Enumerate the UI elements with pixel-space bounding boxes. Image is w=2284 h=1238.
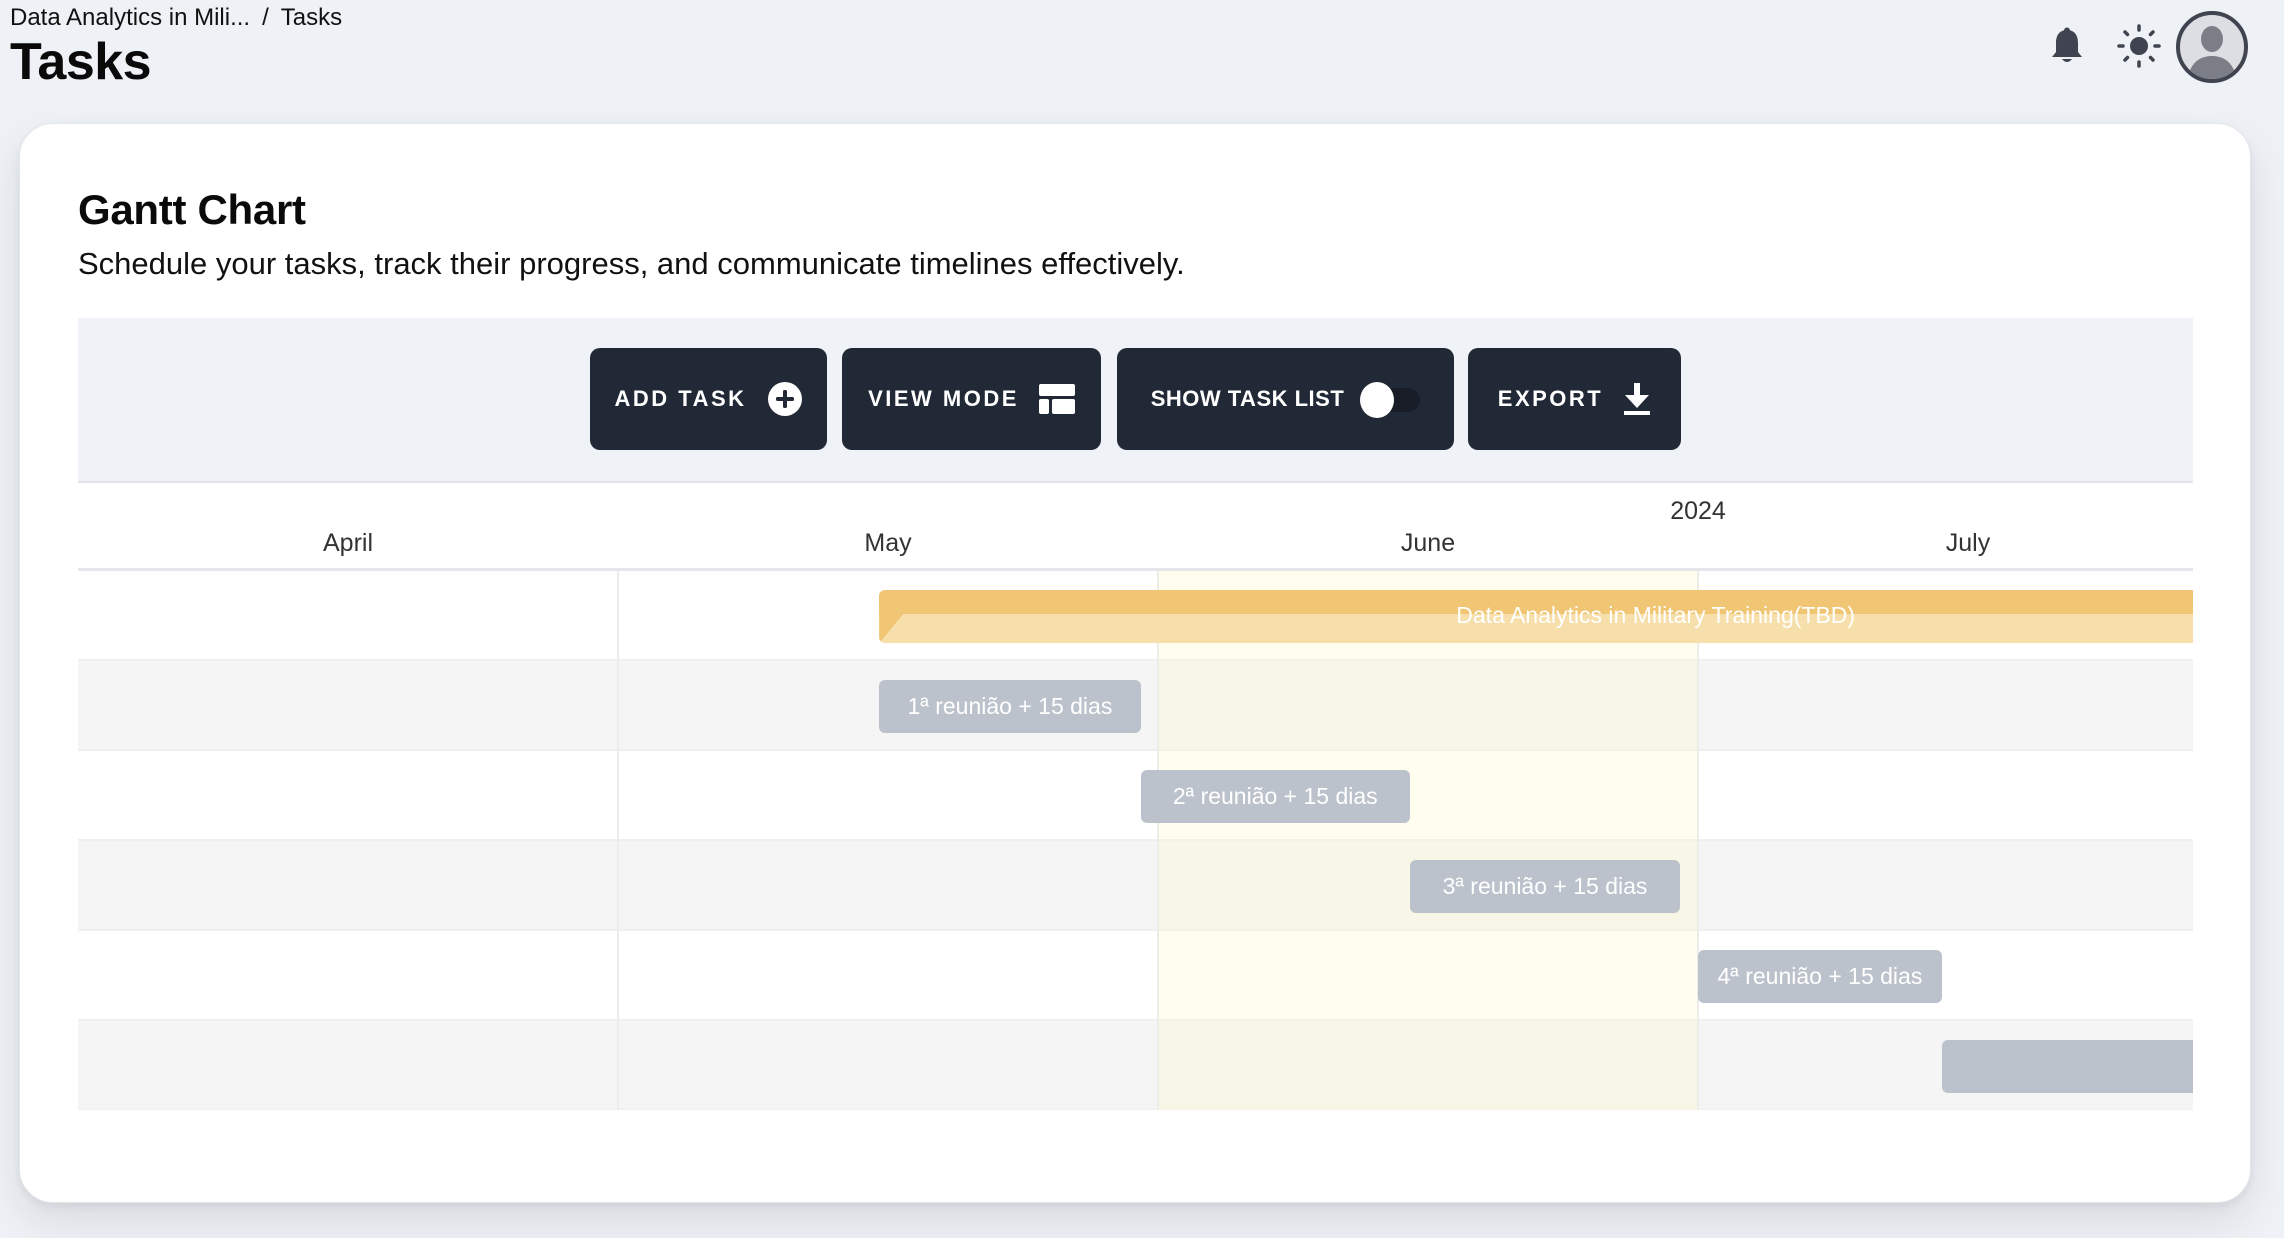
month-divider	[617, 571, 619, 1110]
month-divider	[1697, 571, 1699, 1110]
task-bar[interactable]	[1941, 1040, 2193, 1093]
task-bar-label: 4ª reunião + 15 dias	[1717, 963, 1923, 989]
month-label: June	[1400, 529, 1456, 557]
year-label: 2024	[1670, 497, 1726, 525]
breadcrumb-separator: /	[262, 4, 269, 31]
gantt-row	[78, 751, 2193, 841]
today-highlight	[1158, 571, 1698, 1110]
layout-icon	[1038, 384, 1075, 414]
month-divider	[1157, 571, 1159, 1110]
plus-circle-icon	[767, 382, 802, 416]
breadcrumb-current: Tasks	[280, 4, 343, 31]
month-label: May	[864, 529, 912, 557]
task-bar-label: 1ª reunião + 15 dias	[907, 693, 1113, 719]
view-mode-button[interactable]: VIEW MODE	[842, 348, 1101, 450]
show-task-list-button[interactable]: SHOW TASK LIST	[1117, 348, 1454, 450]
task-bar[interactable]: 2ª reunião + 15 dias	[1140, 770, 1410, 823]
theme-toggle-button[interactable]	[2117, 24, 2161, 68]
task-bar-label: 2ª reunião + 15 dias	[1172, 783, 1378, 809]
show-task-list-label: SHOW TASK LIST	[1150, 386, 1345, 411]
show-task-list-toggle[interactable]	[1360, 382, 1421, 418]
project-bar-label: Data Analytics in Military Training(TBD)	[1456, 602, 1856, 628]
month-label: July	[1945, 529, 1991, 557]
task-bar-label: 3ª reunião + 15 dias	[1442, 873, 1648, 899]
add-task-button[interactable]: ADD TASK	[590, 348, 827, 450]
user-icon	[2188, 26, 2236, 79]
month-label: April	[322, 529, 374, 557]
breadcrumb-project-link[interactable]: Data Analytics in Mili...	[10, 4, 250, 31]
avatar[interactable]	[2176, 11, 2248, 83]
timeline-header: 2024 April May June July	[78, 483, 2193, 571]
gantt-chart: 2024 April May June July Data Analytics in …	[78, 481, 2193, 1110]
bell-icon	[2052, 27, 2082, 62]
task-bar[interactable]: 1ª reunião + 15 dias	[879, 680, 1141, 733]
task-bar[interactable]: 4ª reunião + 15 dias	[1698, 950, 1942, 1003]
export-label: EXPORT	[1497, 386, 1604, 411]
view-mode-label: VIEW MODE	[868, 386, 1019, 411]
gantt-row	[78, 841, 2193, 931]
project-bar[interactable]: Data Analytics in Military Training(TBD)	[879, 590, 2193, 643]
task-bar[interactable]: 3ª reunião + 15 dias	[1410, 860, 1680, 913]
toggle-knob	[1360, 382, 1395, 418]
gantt-row	[78, 1021, 2193, 1110]
breadcrumb: Data Analytics in Mili... / Tasks	[10, 4, 342, 32]
card-title: Gantt Chart	[78, 186, 306, 233]
export-button[interactable]: EXPORT	[1468, 348, 1681, 450]
notifications-button[interactable]	[2049, 26, 2085, 66]
add-task-label: ADD TASK	[614, 386, 747, 411]
card-subtitle: Schedule your tasks, track their progres…	[78, 246, 1185, 281]
download-icon	[1624, 383, 1651, 415]
project-bar-corner	[879, 614, 904, 643]
sun-icon	[2117, 24, 2161, 68]
page-title: Tasks	[10, 33, 152, 91]
